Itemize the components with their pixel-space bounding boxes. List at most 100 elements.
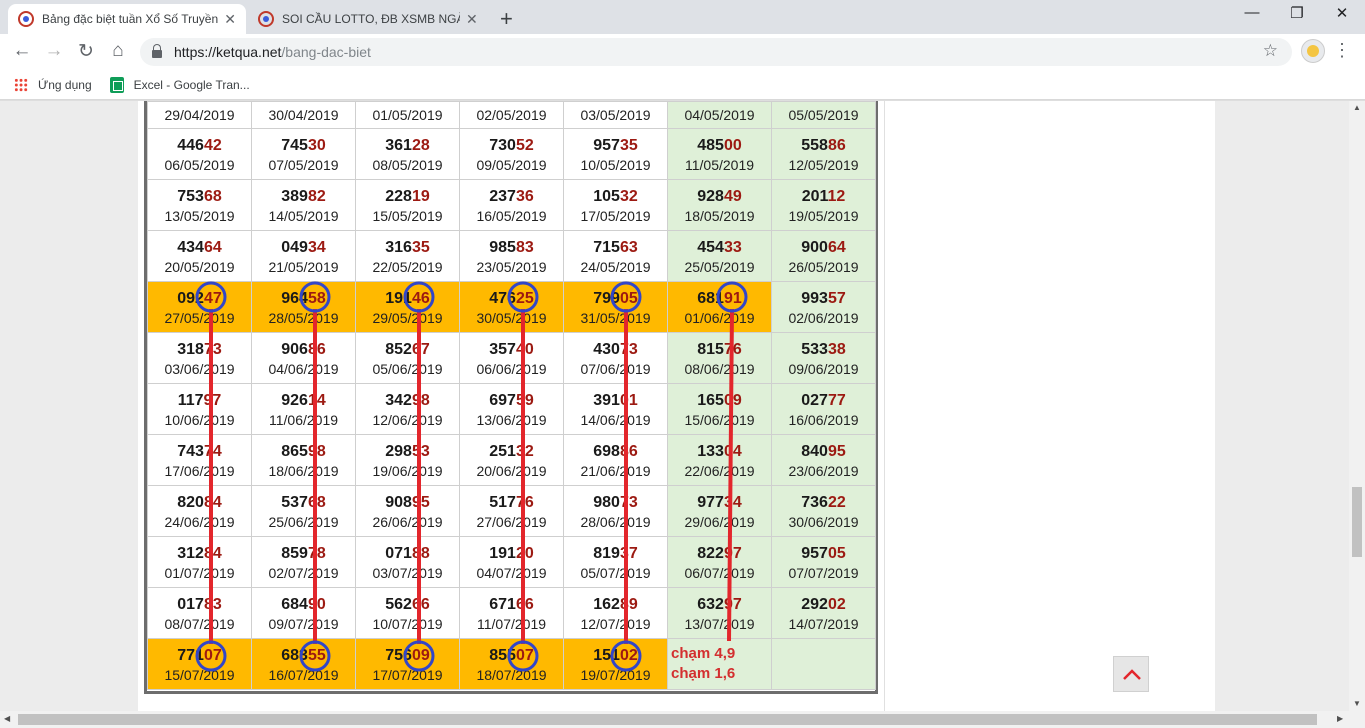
draw-date: 04/06/2019 [268,360,339,377]
draw-date: 27/05/2019 [164,309,235,326]
result-cell: 95705 07/07/2019 [771,536,876,588]
prize-number: 77107 [148,645,251,666]
menu-kebab-icon[interactable]: ⋮ [1333,40,1351,61]
draw-date: 15/06/2019 [684,411,755,428]
reload-icon[interactable]: ↻ [74,40,98,63]
draw-date: 19/07/2019 [580,666,651,683]
chevron-up-icon [1123,669,1141,680]
prize-number: 53338 [772,339,875,360]
bookmark-label: Ứng dụng [38,77,92,92]
minimize-button[interactable]: — [1232,4,1272,21]
result-cell: 19146 29/05/2019 [355,281,460,333]
prize-number: 47625 [460,288,563,309]
draw-date: 16/06/2019 [788,411,859,428]
prize-number: 56266 [356,594,459,615]
prize-number: 75609 [356,645,459,666]
prize-tail-digits: 38 [827,340,846,358]
draw-date: 09/05/2019 [476,156,547,173]
scroll-down-arrow-icon[interactable]: ▼ [1353,699,1361,708]
prize-head-digits: 228 [385,187,412,205]
prize-number: 29853 [356,441,459,462]
prize-tail-digits: 82 [307,187,326,205]
prize-head-digits: 430 [593,340,620,358]
prize-tail-digits: 68 [307,493,326,511]
address-bar[interactable]: https://ketqua.net/bang-dac-biet ☆ [140,38,1292,66]
result-cell: 19120 04/07/2019 [459,536,564,588]
draw-date: 30/06/2019 [788,513,859,530]
prize-number: 09247 [148,288,251,309]
result-cell: 75609 17/07/2019 [355,638,460,690]
prize-tail-digits: 86 [307,340,326,358]
prize-number: 90686 [252,339,355,360]
close-icon[interactable]: ✕ [224,11,236,28]
result-cell: 38982 14/05/2019 [251,179,356,231]
draw-date: 07/05/2019 [268,156,339,173]
result-cell: 53338 09/06/2019 [771,332,876,384]
prize-head-digits: 908 [385,493,412,511]
vertical-scroll-thumb[interactable] [1352,487,1362,557]
scroll-up-arrow-icon[interactable]: ▲ [1353,103,1361,112]
prize-head-digits: 928 [697,187,724,205]
prize-number: 75368 [148,186,251,207]
prize-head-digits: 840 [801,442,828,460]
back-arrow-icon[interactable]: ← [10,40,34,62]
prize-head-digits: 683 [281,646,308,664]
draw-date: 09/07/2019 [268,615,339,632]
prize-tail-digits: 33 [723,238,742,256]
prize-tail-digits: 84 [203,544,222,562]
horizontal-scrollbar[interactable]: ◀ ▶ [0,711,1365,728]
prize-tail-digits: 30 [307,136,326,154]
draw-date: 26/05/2019 [788,258,859,275]
prize-number: 04934 [252,237,355,258]
result-cell: 73622 30/06/2019 [771,485,876,537]
horizontal-scroll-thumb[interactable] [18,714,1317,725]
prize-head-digits: 957 [593,136,620,154]
scroll-left-arrow-icon[interactable]: ◀ [4,714,10,723]
prize-tail-digits: 95 [411,493,430,511]
bookmark-excel-sheets[interactable]: Excel - Google Tran... [109,76,250,93]
bookmark-apps[interactable]: Ứng dụng [14,77,92,92]
new-tab-button[interactable]: + [500,6,513,32]
result-cell: 48500 11/05/2019 [667,128,772,180]
window-close-button[interactable]: ✕ [1322,4,1362,22]
prize-number: 22819 [356,186,459,207]
forward-arrow-icon[interactable]: → [42,40,66,62]
result-cell: 11797 10/06/2019 [147,383,252,435]
back-to-top-button[interactable] [1113,656,1149,692]
prize-tail-digits: 35 [411,238,430,256]
bookmark-star-icon[interactable]: ☆ [1263,41,1278,61]
vertical-scrollbar[interactable]: ▲ ▼ [1349,101,1365,711]
draw-date: 04/05/2019 [684,107,755,123]
prize-tail-digits: 55 [307,646,326,664]
draw-date: 17/06/2019 [164,462,235,479]
result-cell: 30/04/2019 [251,101,356,129]
home-icon[interactable]: ⌂ [106,40,130,62]
result-cell: 68191 01/06/2019 [667,281,772,333]
close-icon[interactable]: ✕ [466,11,478,28]
scroll-right-arrow-icon[interactable]: ▶ [1337,714,1343,723]
prize-tail-digits: 02 [827,595,846,613]
result-cell: 67166 11/07/2019 [459,587,564,639]
prize-tail-digits: 77 [827,391,846,409]
draw-date: 21/05/2019 [268,258,339,275]
prize-tail-digits: 46 [411,289,430,307]
tab-soi-cau[interactable]: SOI CẦU LOTTO, ĐB XSMB NGÀY ✕ [248,4,488,34]
prize-number: 98583 [460,237,563,258]
prize-number: 85978 [252,543,355,564]
profile-avatar[interactable] [1301,39,1325,63]
result-cell: 02/05/2019 [459,101,564,129]
prize-number: 85507 [460,645,563,666]
tab-bang-dac-biet[interactable]: Bảng đặc biệt tuần Xổ Số Truyền ✕ [8,4,246,34]
prize-tail-digits: 76 [515,493,534,511]
prize-head-digits: 298 [385,442,412,460]
result-cell: 04934 21/05/2019 [251,230,356,282]
prize-number: 19146 [356,288,459,309]
tab-title: SOI CẦU LOTTO, ĐB XSMB NGÀY [282,12,460,26]
prize-head-digits: 993 [801,289,828,307]
draw-date: 17/07/2019 [372,666,443,683]
prize-number: 69886 [564,441,667,462]
restore-button[interactable]: ❐ [1277,4,1317,22]
prize-head-digits: 684 [281,595,308,613]
prize-number: 82084 [148,492,251,513]
prize-head-digits: 698 [593,442,620,460]
